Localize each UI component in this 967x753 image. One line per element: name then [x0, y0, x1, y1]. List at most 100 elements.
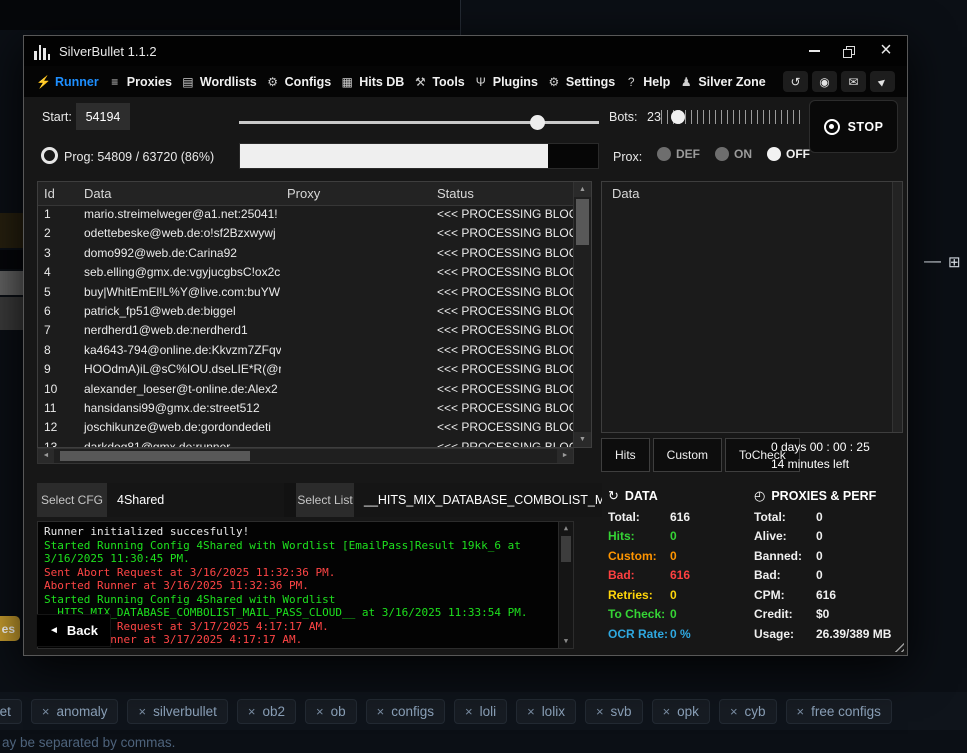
- menu-label: Proxies: [127, 75, 172, 89]
- cell-data: hansidansi99@gmx.de:street512: [78, 399, 281, 418]
- cell-id: 2: [38, 224, 78, 243]
- scroll-up-icon[interactable]: ▲: [559, 522, 573, 535]
- tag-chip[interactable]: ×ob2: [237, 699, 296, 724]
- horizontal-scrollbar[interactable]: ◄ ►: [37, 448, 574, 464]
- chip-close-icon[interactable]: ×: [377, 704, 385, 719]
- scrollbar-thumb[interactable]: [60, 451, 250, 461]
- table-row[interactable]: 11hansidansi99@gmx.de:street512<<< PROCE…: [38, 399, 574, 418]
- wordlist-name-field[interactable]: __HITS_MIX_DATABASE_COMBOLIST_MAIL_PASS_…: [354, 483, 602, 517]
- scroll-right-icon[interactable]: ►: [557, 449, 573, 463]
- chip-close-icon[interactable]: ×: [465, 704, 473, 719]
- menu-item-hits-db[interactable]: ▦Hits DB: [340, 75, 404, 89]
- stop-button[interactable]: STOP: [809, 100, 898, 153]
- tag-chip[interactable]: ×svb: [585, 699, 643, 724]
- chip-close-icon[interactable]: ×: [596, 704, 604, 719]
- scrollbar-thumb[interactable]: [576, 199, 589, 245]
- table-row[interactable]: 6patrick_fp51@web.de:biggel<<< PROCESSIN…: [38, 302, 574, 321]
- data-panel-header: Data: [602, 182, 902, 201]
- cell-proxy: [281, 205, 431, 224]
- send-button[interactable]: ►: [870, 71, 895, 92]
- menu-item-wordlists[interactable]: ▤Wordlists: [181, 75, 257, 89]
- table-row[interactable]: 5buy|WhitEmEl!L%Y@live.com:buYW<<< PROCE…: [38, 283, 574, 302]
- menu-item-settings[interactable]: ⚙Settings: [547, 75, 615, 89]
- menu-item-silver-zone[interactable]: ♟Silver Zone: [679, 75, 765, 89]
- tag-chip[interactable]: ×et: [0, 699, 22, 724]
- threads-slider[interactable]: [239, 115, 599, 130]
- slider-thumb[interactable]: [671, 110, 685, 124]
- titlebar[interactable]: SilverBullet 1.1.2 ×: [24, 36, 907, 66]
- chip-close-icon[interactable]: ×: [730, 704, 738, 719]
- radio-dot-icon: [715, 147, 729, 161]
- silver-zone-icon: ♟: [679, 75, 693, 89]
- chip-close-icon[interactable]: ×: [663, 704, 671, 719]
- camera-button[interactable]: ◉: [812, 71, 837, 92]
- maximize-button[interactable]: [831, 36, 865, 66]
- panel-scrollbar[interactable]: [892, 182, 902, 432]
- table-row[interactable]: 10alexander_loeser@t-online.de:Alex2<<< …: [38, 380, 574, 399]
- tab-custom[interactable]: Custom: [653, 438, 722, 472]
- chip-close-icon[interactable]: ×: [527, 704, 535, 719]
- chat-button[interactable]: ✉: [841, 71, 866, 92]
- background-block: [0, 271, 23, 295]
- chip-close-icon[interactable]: ×: [248, 704, 256, 719]
- tag-chip[interactable]: ×opk: [652, 699, 710, 724]
- table-row[interactable]: 1mario.streimelweger@a1.net:25041!<<< PR…: [38, 205, 574, 224]
- cell-proxy: [281, 283, 431, 302]
- prox-mode-off[interactable]: OFF: [767, 147, 810, 161]
- prox-mode-def[interactable]: DEF: [657, 147, 700, 161]
- left-edge-chip[interactable]: es: [0, 616, 20, 641]
- select-cfg-button[interactable]: Select CFG: [37, 483, 107, 517]
- tag-chip[interactable]: ×lolix: [516, 699, 576, 724]
- table-row[interactable]: 3domo992@web.de:Carina92<<< PROCESSING B…: [38, 244, 574, 263]
- table-row[interactable]: 7nerdherd1@web.de:nerdherd1<<< PROCESSIN…: [38, 321, 574, 340]
- tab-hits[interactable]: Hits: [601, 438, 650, 472]
- cell-status: <<< PROCESSING BLOCK: [431, 283, 574, 302]
- cell-id: 5: [38, 283, 78, 302]
- chip-close-icon[interactable]: ×: [797, 704, 805, 719]
- menu-label: Plugins: [493, 75, 538, 89]
- close-button[interactable]: ×: [865, 36, 907, 66]
- log-scrollbar[interactable]: ▲ ▼: [558, 522, 573, 648]
- tag-chip[interactable]: ×anomaly: [31, 699, 119, 724]
- start-input[interactable]: [76, 103, 130, 130]
- menu-item-help[interactable]: ?Help: [624, 75, 670, 89]
- chip-close-icon[interactable]: ×: [42, 704, 50, 719]
- tag-chip[interactable]: ×free configs: [786, 699, 892, 724]
- menu-item-configs[interactable]: ⚙Configs: [266, 75, 332, 89]
- slider-thumb[interactable]: [530, 115, 545, 130]
- menu-item-runner[interactable]: ⚡Runner: [36, 75, 99, 89]
- scroll-up-icon[interactable]: ▲: [574, 182, 591, 197]
- scroll-down-icon[interactable]: ▼: [574, 432, 591, 447]
- tag-chip[interactable]: ×configs: [366, 699, 445, 724]
- table-row[interactable]: 2odettebeske@web.de:o!sf2Bzxwywj<<< PROC…: [38, 224, 574, 243]
- chip-close-icon[interactable]: ×: [316, 704, 324, 719]
- table-row[interactable]: 13darkdog81@gmx.de:runner<<< PROCESSING …: [38, 438, 574, 447]
- scroll-left-icon[interactable]: ◄: [38, 449, 54, 463]
- table-row[interactable]: 4seb.elling@gmx.de:vgyjucgbsC!ox2c<<< PR…: [38, 263, 574, 282]
- wordlists-icon: ▤: [181, 75, 195, 89]
- scroll-down-icon[interactable]: ▼: [559, 635, 573, 648]
- back-button[interactable]: ◄ Back: [36, 614, 111, 647]
- table-row[interactable]: 8ka4643-794@online.de:Kkvzm7ZFqv<<< PROC…: [38, 341, 574, 360]
- config-name-field[interactable]: 4Shared: [107, 483, 284, 517]
- chip-close-icon[interactable]: ×: [138, 704, 146, 719]
- table-row[interactable]: 9HOOdmA)iL@sC%IOU.dseLIE*R(@r<<< PROCESS…: [38, 360, 574, 379]
- slider-track: [239, 121, 599, 124]
- history-button[interactable]: ↺: [783, 71, 808, 92]
- tag-chip[interactable]: ×loli: [454, 699, 507, 724]
- tag-chip[interactable]: ×cyb: [719, 699, 777, 724]
- scrollbar-thumb[interactable]: [561, 536, 571, 562]
- tag-chip[interactable]: ×silverbullet: [127, 699, 227, 724]
- menu-item-tools[interactable]: ⚒Tools: [413, 75, 464, 89]
- minimize-button[interactable]: [797, 36, 831, 66]
- menu-item-plugins[interactable]: ΨPlugins: [474, 75, 538, 89]
- select-list-button[interactable]: Select List: [296, 483, 354, 517]
- menu-item-proxies[interactable]: ≡Proxies: [108, 75, 172, 89]
- bots-slider[interactable]: [661, 106, 801, 128]
- prox-mode-on[interactable]: ON: [715, 147, 752, 161]
- stat-row: Usage:26.39/389 MB: [754, 624, 902, 644]
- tag-chip[interactable]: ×ob: [305, 699, 357, 724]
- table-row[interactable]: 12joschikunze@web.de:gordondedeti<<< PRO…: [38, 418, 574, 437]
- hits-data-panel: Data: [601, 181, 903, 433]
- vertical-scrollbar[interactable]: ▲ ▼: [573, 182, 591, 447]
